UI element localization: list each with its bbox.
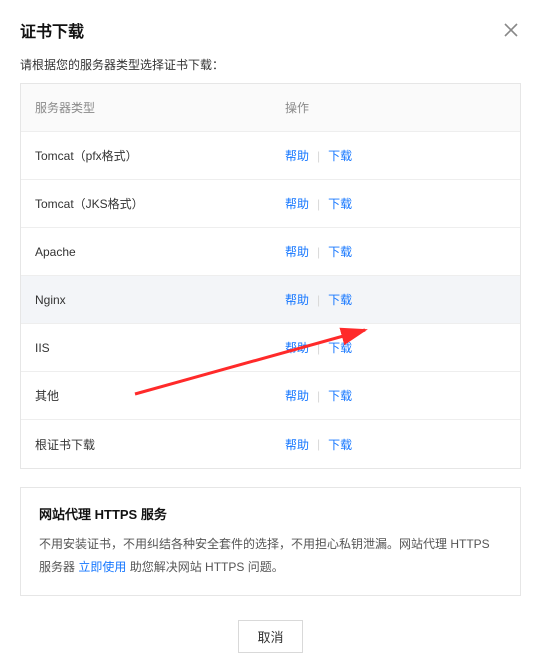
download-link[interactable]: 下载 [328,339,352,356]
close-icon[interactable] [501,20,521,40]
modal-title: 证书下载 [20,18,84,42]
panel-text-after: 助您解决网站 HTTPS 问题。 [126,560,283,574]
cancel-button[interactable]: 取消 [238,620,302,653]
row-actions: 帮助 | 下载 [285,195,506,212]
table-row: Nginx帮助 | 下载 [21,276,520,324]
row-actions: 帮助 | 下载 [285,387,506,404]
help-link[interactable]: 帮助 [285,243,309,260]
help-link[interactable]: 帮助 [285,195,309,212]
use-now-link[interactable]: 立即使用 [78,560,126,574]
server-name: Tomcat（JKS格式） [35,195,285,212]
help-link[interactable]: 帮助 [285,147,309,164]
download-link[interactable]: 下载 [328,195,352,212]
action-separator: | [317,293,320,307]
row-actions: 帮助 | 下载 [285,339,506,356]
table-row: Tomcat（pfx格式）帮助 | 下载 [21,132,520,180]
row-actions: 帮助 | 下载 [285,243,506,260]
server-name: IIS [35,341,285,355]
server-table: 服务器类型 操作 Tomcat（pfx格式）帮助|下载Tomcat（JKS格式）… [20,83,521,469]
server-name: Tomcat（pfx格式） [35,147,285,164]
table-row: Apache帮助 | 下载 [21,228,520,276]
download-link[interactable]: 下载 [328,243,352,260]
download-link[interactable]: 下载 [328,291,352,308]
server-name: 其他 [35,387,285,404]
action-separator: | [317,389,320,403]
table-row: 根证书下载帮助 | 下载 [21,420,520,468]
action-separator: | [317,197,320,211]
download-link[interactable]: 下载 [328,436,352,453]
table-row: IIS帮助 | 下载 [21,324,520,372]
modal-footer: 取消 [20,620,521,653]
panel-text: 不用安装证书，不用纠结各种安全套件的选择，不用担心私钥泄漏。网站代理 HTTPS… [39,533,502,579]
col-header-server: 服务器类型 [35,99,285,116]
panel-title: 网站代理 HTTPS 服务 [39,504,502,523]
row-actions: 帮助 | 下载 [285,436,506,453]
help-link[interactable]: 帮助 [285,436,309,453]
action-separator: | [317,245,320,259]
col-header-ops: 操作 [285,99,506,116]
https-proxy-panel: 网站代理 HTTPS 服务 不用安装证书，不用纠结各种安全套件的选择，不用担心私… [20,487,521,596]
row-actions: 帮助 | 下载 [285,291,506,308]
server-name: Nginx [35,293,285,307]
modal-header: 证书下载 [20,18,521,42]
modal-subtitle: 请根据您的服务器类型选择证书下载： [20,56,521,73]
table-row: Tomcat（JKS格式）帮助 | 下载 [21,180,520,228]
help-link[interactable]: 帮助 [285,339,309,356]
server-name: 根证书下载 [35,436,285,453]
action-separator: | [317,341,320,355]
action-separator: | [317,149,320,163]
help-link[interactable]: 帮助 [285,291,309,308]
help-link[interactable]: 帮助 [285,387,309,404]
server-name: Apache [35,245,285,259]
download-link[interactable]: 下载 [328,387,352,404]
row-actions: 帮助 | 下载 [285,147,506,164]
action-separator: | [317,437,320,451]
table-row: 其他帮助 | 下载 [21,372,520,420]
download-link[interactable]: 下载 [328,147,352,164]
cert-download-modal: 证书下载 请根据您的服务器类型选择证书下载： 服务器类型 操作 Tomcat（p… [0,0,541,660]
table-header: 服务器类型 操作 [21,84,520,132]
